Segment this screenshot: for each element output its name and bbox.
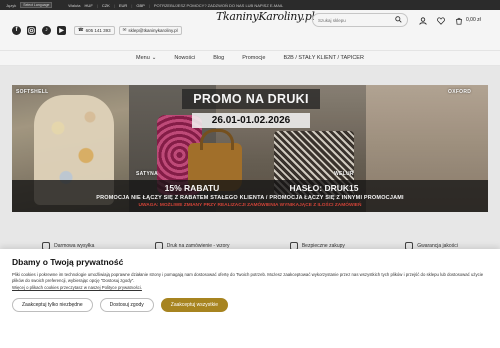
cookie-title: Dbamy o Twoją prywatność: [12, 257, 124, 267]
cookie-buttons: Zaakceptuj tylko niezbędne Dostosuj zgod…: [12, 298, 229, 312]
privacy-policy-link[interactable]: Więcej o plikach cookies przeczytasz w n…: [12, 285, 488, 290]
accept-all-button[interactable]: Zaakceptuj wszystkie: [160, 298, 229, 312]
cookie-body: Pliki cookies i pokrewne im technologie …: [12, 272, 484, 284]
cookie-consent: Dbamy o Twoją prywatność Pliki cookies i…: [0, 249, 500, 348]
accept-necessary-button[interactable]: Zaakceptuj tylko niezbędne: [12, 298, 93, 312]
customize-consent-button[interactable]: Dostosuj zgody: [99, 298, 154, 312]
